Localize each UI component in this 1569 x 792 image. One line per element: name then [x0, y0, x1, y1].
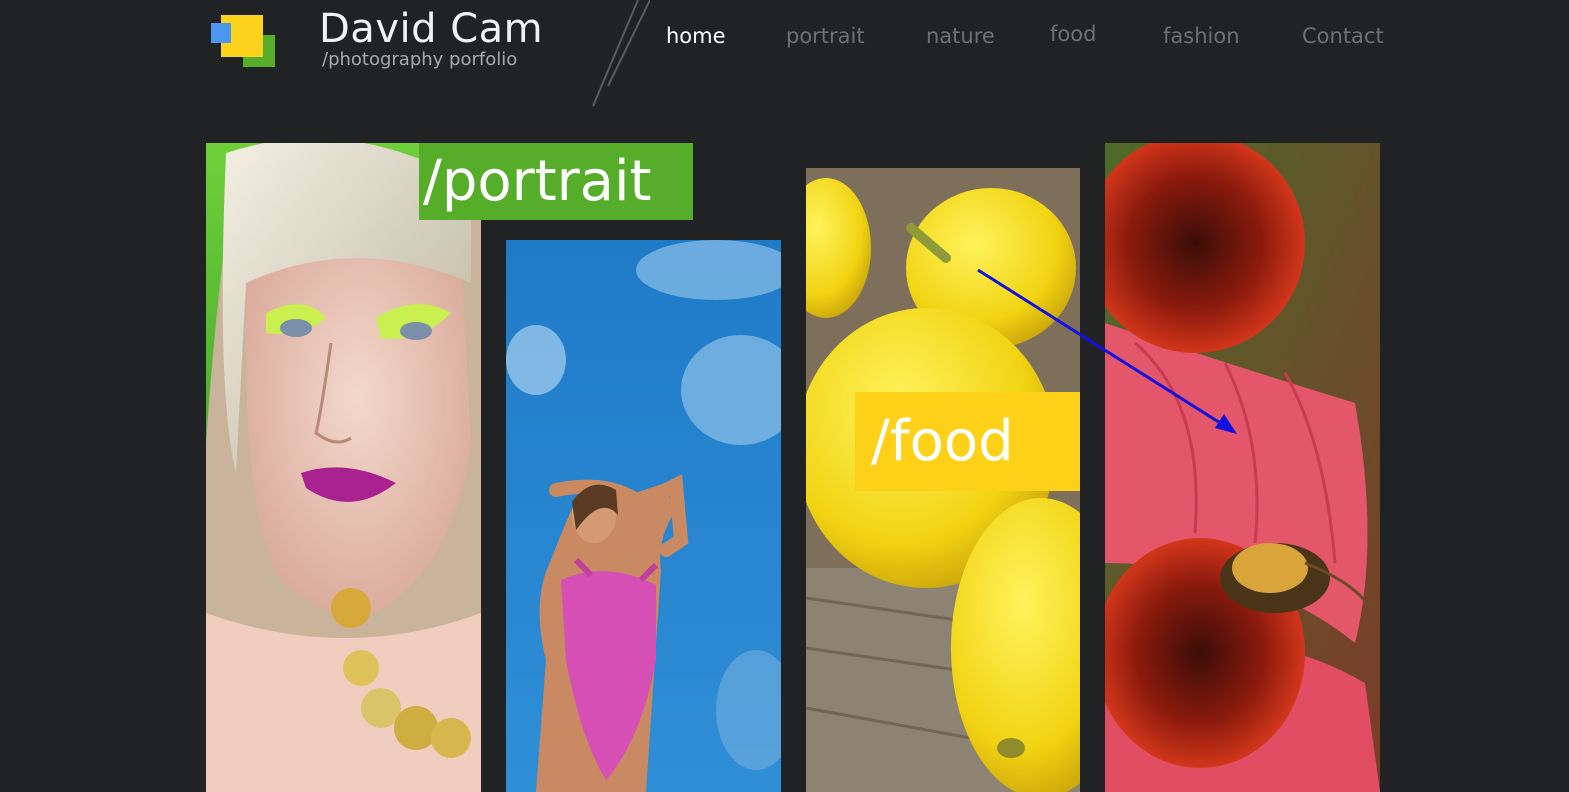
nav-home[interactable]: home	[666, 24, 726, 48]
gallery-tile-fashion[interactable]	[506, 240, 781, 792]
nav-contact[interactable]: Contact	[1302, 24, 1384, 48]
coneflower-photo	[1105, 143, 1380, 792]
swimsuit-photo	[506, 240, 781, 792]
gallery-tile-portrait[interactable]	[206, 143, 481, 792]
main-nav: home portrait nature food fashion Contac…	[0, 22, 1569, 58]
nav-food[interactable]: food	[1050, 22, 1096, 46]
nav-fashion[interactable]: fashion	[1163, 24, 1240, 48]
page: David Cam /photography porfolio home por…	[0, 0, 1569, 792]
portrait-category-label[interactable]: /portrait	[419, 143, 693, 220]
food-category-label[interactable]: /food	[855, 392, 1080, 491]
nav-nature[interactable]: nature	[926, 24, 995, 48]
gallery-tile-nature[interactable]	[1105, 143, 1380, 792]
portrait-photo	[206, 143, 481, 792]
nav-portrait[interactable]: portrait	[786, 24, 865, 48]
